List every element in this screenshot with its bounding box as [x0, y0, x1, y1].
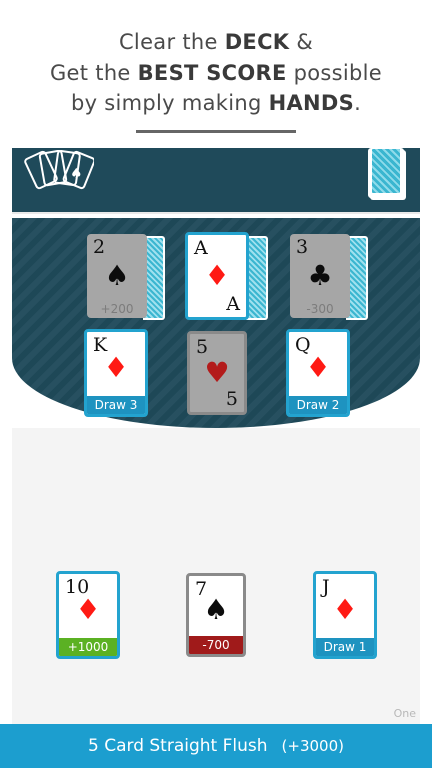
diamond-icon: ♦	[332, 593, 358, 627]
board-card[interactable]: A ♦ A	[185, 232, 249, 320]
instruction-line-3: by simply making HANDS.	[70, 91, 362, 115]
instruction-line-2: Get the BEST SCORE possible	[49, 61, 382, 85]
card-score: -300	[306, 302, 334, 316]
board-card[interactable]: K ♦ Draw 3	[84, 329, 148, 417]
hand-result-bar: 5 Card Straight Flush (+3000)	[0, 724, 432, 768]
hand-bonus: (+3000)	[281, 737, 344, 755]
hand-card[interactable]: 10 ♦ +1000	[56, 571, 120, 659]
hand-name: 5 Card Straight Flush	[88, 736, 268, 756]
card-score: +1000	[59, 638, 117, 656]
instruction-header: Clear the DECK & Get the BEST SCORE poss…	[0, 0, 432, 148]
board-card[interactable]: 3 ♣ -300	[290, 234, 350, 318]
club-icon: ♣	[307, 259, 333, 292]
card-rank-bottom: A	[226, 293, 240, 315]
instruction-line-1: Clear the DECK &	[118, 30, 314, 54]
card-rank: 3	[296, 236, 309, 258]
card-draw-tag: Draw 1	[316, 638, 374, 656]
diamond-icon: ♦	[103, 351, 129, 385]
diamond-icon: ♦	[204, 259, 230, 292]
card-rank: A	[194, 237, 208, 259]
card-score: +200	[100, 302, 134, 316]
card-draw-tag: Draw 3	[87, 396, 145, 414]
hand-card[interactable]: 7 ♠ -700	[186, 573, 246, 657]
card-draw-tag: Draw 2	[289, 396, 347, 414]
card-rank: 5	[196, 336, 209, 358]
diamond-icon: ♦	[75, 593, 101, 627]
hands-icon[interactable]: ♠	[24, 150, 94, 200]
diamond-icon: ♦	[305, 351, 331, 385]
card-rank-bottom: 5	[225, 388, 238, 410]
board-card[interactable]: Q ♦ Draw 2	[286, 329, 350, 417]
corner-label: One	[393, 707, 416, 720]
deck-card-top	[368, 148, 404, 198]
svg-text:♠: ♠	[70, 166, 83, 182]
card-rank: 2	[93, 236, 106, 258]
header-divider	[136, 130, 296, 133]
heart-icon: ♥	[204, 356, 230, 389]
spade-icon: ♠	[104, 259, 130, 292]
board-card[interactable]: 5 ♥ 5	[187, 331, 247, 415]
card-score: -700	[189, 636, 243, 654]
spade-icon: ♠	[203, 593, 229, 627]
board-card[interactable]: 2 ♠ +200	[87, 234, 147, 318]
card-rank: J	[322, 576, 330, 598]
hand-card[interactable]: J ♦ Draw 1	[313, 571, 377, 659]
deck[interactable]	[368, 148, 406, 200]
card-stack-back	[246, 236, 268, 320]
